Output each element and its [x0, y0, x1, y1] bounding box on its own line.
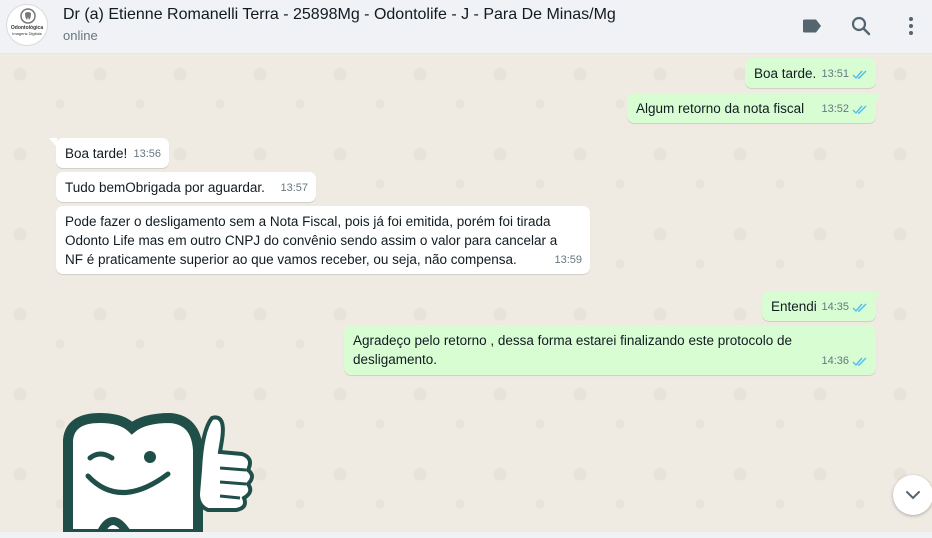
message-incoming[interactable]: Boa tarde! 13:56 — [49, 138, 169, 168]
bubble-tail — [875, 291, 883, 300]
message-time: 14:36 — [821, 355, 849, 367]
message-meta: 13:52 — [821, 100, 868, 119]
message-meta: 14:36 — [821, 352, 868, 371]
message-outgoing[interactable]: Entendi 14:35 — [762, 291, 883, 321]
message-text: Tudo bemObrigada por aguardar. — [65, 180, 265, 195]
message-time: 13:52 — [821, 103, 849, 115]
message-incoming[interactable]: Pode fazer o desligamento sem a Nota Fis… — [56, 206, 590, 274]
message-time: 13:57 — [280, 182, 308, 194]
tooth-logo-icon — [20, 8, 36, 24]
label-icon[interactable] — [800, 14, 824, 38]
message-time: 13:59 — [554, 254, 582, 266]
message-meta: 13:51 — [821, 65, 868, 84]
tooth-thumbs-up-sticker[interactable] — [60, 410, 260, 532]
scroll-down-button[interactable] — [893, 475, 932, 515]
menu-icon[interactable] — [899, 14, 923, 38]
double-check-icon — [852, 105, 867, 114]
double-check-icon — [852, 70, 867, 79]
double-check-icon — [852, 303, 867, 312]
contact-avatar[interactable]: Odontológica Imagens Digitais — [6, 4, 48, 46]
message-outgoing[interactable]: Boa tarde. 13:51 — [745, 58, 876, 88]
bubble-tail — [49, 138, 57, 147]
message-incoming[interactable]: Tudo bemObrigada por aguardar. 13:57 — [56, 172, 316, 202]
footer-strip — [0, 532, 932, 538]
contact-name[interactable]: Dr (a) Etienne Romanelli Terra - 25898Mg… — [63, 6, 616, 24]
message-text: Entendi — [771, 299, 817, 314]
message-text: Pode fazer o desligamento sem a Nota Fis… — [65, 214, 558, 267]
message-text: Boa tarde! — [65, 146, 128, 161]
search-icon[interactable] — [849, 14, 873, 38]
message-time: 13:56 — [133, 148, 161, 160]
chat-panel[interactable]: Boa tarde. 13:51 Algum retorno da nota f… — [0, 54, 932, 532]
message-outgoing[interactable]: Agradeço pelo retorno , dessa forma esta… — [344, 325, 876, 375]
chevron-down-icon — [906, 491, 920, 500]
avatar-logo-subtext: Imagens Digitais — [12, 31, 42, 36]
message-text: Boa tarde. — [754, 66, 817, 81]
message-outgoing[interactable]: Algum retorno da nota fiscal 13:52 — [627, 93, 883, 123]
message-meta: 14:35 — [821, 298, 868, 317]
double-check-icon — [852, 357, 867, 366]
message-text: Algum retorno da nota fiscal — [636, 101, 805, 116]
message-time: 13:51 — [821, 68, 849, 80]
contact-status: online — [63, 28, 98, 43]
bubble-tail — [875, 93, 883, 102]
message-text: Agradeço pelo retorno , dessa forma esta… — [353, 333, 793, 367]
message-time: 14:35 — [821, 301, 849, 313]
chat-header: Odontológica Imagens Digitais Dr (a) Eti… — [0, 0, 932, 54]
